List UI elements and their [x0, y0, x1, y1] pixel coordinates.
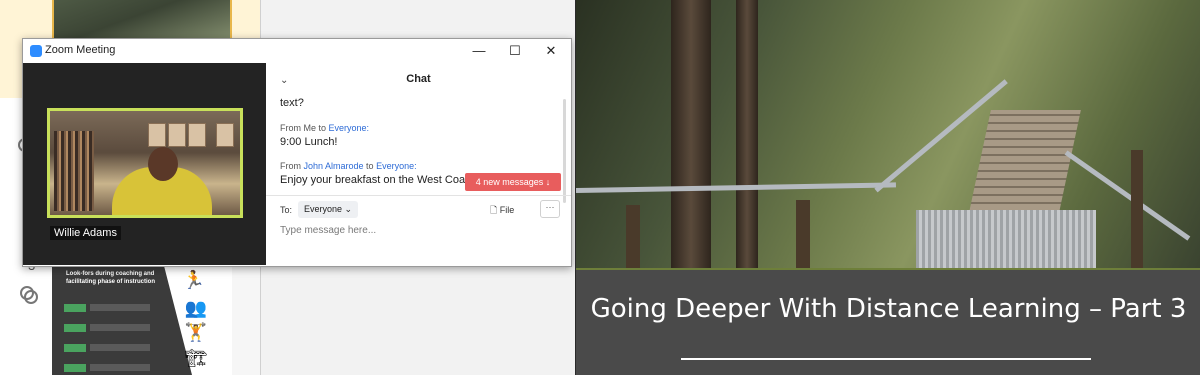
- thumbnail-step: [64, 324, 86, 332]
- rail-post: [796, 200, 810, 268]
- chat-message-text: 9:00 Lunch!: [280, 136, 338, 148]
- file-button[interactable]: 🗋 File: [490, 203, 514, 219]
- sender-link[interactable]: John Almarode: [304, 161, 364, 171]
- thumbnail-title: Look-fors during coaching and facilitati…: [66, 271, 156, 285]
- thumbnail-step-text: [90, 304, 150, 311]
- minimize-button[interactable]: —: [461, 39, 497, 63]
- thumbnail-step-text: [90, 324, 150, 331]
- new-messages-button[interactable]: 4 new messages ↓: [465, 173, 561, 191]
- link-icon-overlap: [24, 290, 38, 304]
- chat-message-text: Enjoy your breakfast on the West Coa: [280, 174, 466, 186]
- more-options-button[interactable]: ···: [540, 200, 560, 218]
- slide-thumbnail[interactable]: Look-fors during coaching and facilitati…: [52, 258, 232, 375]
- wall-poster: [216, 123, 234, 147]
- thumbnail-step: [64, 304, 86, 312]
- window-title: Zoom Meeting: [45, 44, 116, 56]
- slide-underline: [681, 358, 1091, 360]
- from-label: From: [280, 161, 304, 171]
- file-button-label: File: [499, 205, 515, 215]
- presenter-icon: 👥: [184, 298, 208, 318]
- zoom-meeting-window[interactable]: Zoom Meeting — ☐ ✕ Willie Adams ⌄ Chat t…: [22, 38, 572, 267]
- to-word: to: [363, 161, 377, 171]
- slide-thumbnail-selected[interactable]: [52, 0, 232, 40]
- group-icon: 🏋: [184, 322, 208, 342]
- file-icon: 🗋: [490, 205, 500, 215]
- chat-scrollbar[interactable]: [563, 99, 566, 203]
- thumbnail-step-text: [90, 344, 150, 351]
- close-button[interactable]: ✕: [533, 39, 569, 63]
- recipient-dropdown[interactable]: Everyone ⌄: [298, 201, 359, 218]
- rail-post: [1131, 150, 1143, 268]
- tree-trunk: [736, 0, 758, 268]
- wall-poster: [148, 123, 166, 147]
- chat-header: Chat: [406, 73, 431, 85]
- recipient-link[interactable]: Everyone:: [329, 123, 370, 133]
- from-label: From Me to: [280, 123, 329, 133]
- wall-poster: [168, 123, 186, 147]
- chat-message-text: text?: [280, 97, 304, 109]
- chat-message-meta: From Me to Everyone:: [280, 123, 369, 133]
- bookshelf: [54, 131, 94, 211]
- chat-divider: [266, 195, 571, 196]
- wall-poster: [188, 123, 206, 147]
- runner-icon: 🏃: [182, 270, 206, 290]
- active-speaker-video[interactable]: [47, 108, 243, 218]
- video-pane: Willie Adams: [23, 63, 266, 265]
- participant-head: [148, 147, 178, 181]
- thumbnail-step: [64, 344, 86, 352]
- message-input[interactable]: Type message here...: [280, 225, 376, 236]
- shared-slide: Going Deeper With Distance Learning – Pa…: [575, 0, 1200, 375]
- maximize-button[interactable]: ☐: [497, 39, 533, 63]
- tree-trunk: [671, 0, 711, 268]
- metal-landing: [916, 210, 1096, 268]
- rail-post: [626, 205, 640, 268]
- chat-panel: ⌄ Chat text? From Me to Everyone: 9:00 L…: [266, 63, 571, 265]
- slide-title: Going Deeper With Distance Learning – Pa…: [590, 294, 1187, 324]
- thumbnail-step-text: [90, 364, 150, 371]
- window-titlebar[interactable]: Zoom Meeting — ☐ ✕: [23, 39, 571, 63]
- participant-name: Willie Adams: [50, 226, 121, 240]
- thumbnail-step: [64, 364, 86, 372]
- zoom-logo-icon: [30, 45, 42, 57]
- recipient-link[interactable]: Everyone:: [376, 161, 417, 171]
- construction-icon: 🏗: [184, 348, 208, 368]
- to-label: To:: [280, 205, 293, 215]
- chat-message-meta: From John Almarode to Everyone:: [280, 161, 417, 171]
- staircase-photo: [576, 0, 1200, 268]
